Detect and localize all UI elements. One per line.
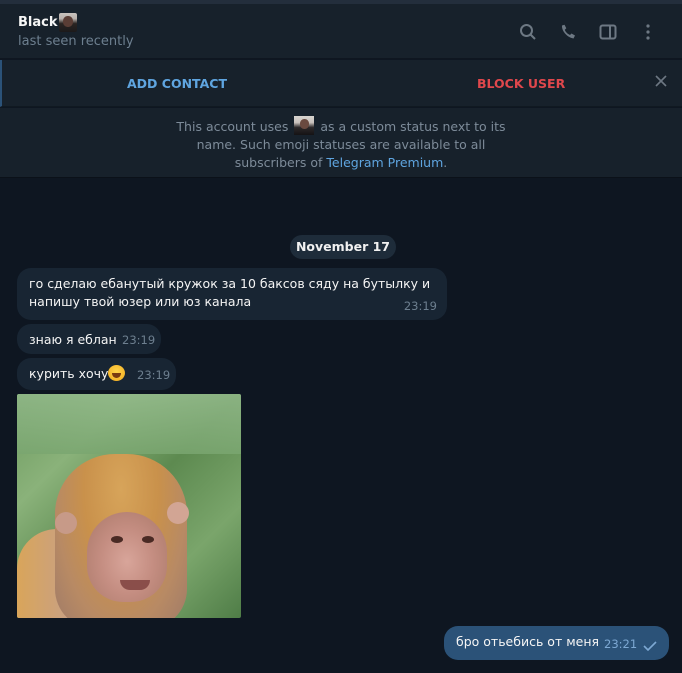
message-text: курить хочу [29,366,109,381]
message-bubble[interactable]: знаю я еблан 23:19 [17,324,161,354]
media-monkey-eye [111,536,123,543]
add-contact-button[interactable]: ADD CONTACT [127,76,227,91]
info-line-2: name. Such emoji statuses are available … [196,137,486,152]
message-time: 23:21 [604,637,638,651]
custom-emoji-icon [294,116,315,135]
block-user-button[interactable]: BLOCK USER [477,76,565,91]
chat-title[interactable]: Black [18,13,77,32]
media-monkey-ear [167,502,189,524]
info-line-3: subscribers of Telegram Premium. [234,155,448,170]
more-vertical-icon [646,24,650,40]
header-actions [508,21,668,43]
contact-name: Black [18,15,58,30]
chat-header[interactable]: Black last seen recently [0,4,682,59]
message-text: знаю я еблан [29,332,117,347]
telegram-premium-link[interactable]: Telegram Premium [326,155,443,170]
message-list[interactable]: November 17 го сделаю ебанутый кружок за… [0,179,682,673]
message-text-line: напишу твой юзер или юз канала [29,294,252,309]
message-time: 23:19 [403,299,437,313]
outgoing-message-bubble[interactable]: бро отьебись от меня 23:21 [444,626,669,660]
message-bubble[interactable]: курить хочу 23:19 [17,358,176,390]
more-button[interactable] [628,21,668,43]
message-time: 23:19 [137,368,171,382]
emoji-status-info-banner: This account uses as a custom status nex… [0,108,682,178]
laughing-tears-emoji-icon [108,365,126,381]
message-text-line: го сделаю ебанутый кружок за 10 баксов с… [29,276,431,291]
message-bubble[interactable]: го сделаю ебанутый кружок за 10 баксов с… [17,268,447,320]
sent-check-icon [643,641,657,651]
media-background-foliage [17,394,241,454]
monkey-media-message[interactable] [17,394,241,618]
call-button[interactable] [548,21,588,43]
emoji-status-icon[interactable] [58,13,77,32]
toggle-sidebar-button[interactable] [588,21,628,43]
media-monkey-ear [55,512,77,534]
search-icon [520,24,536,40]
last-seen-status: last seen recently [18,34,134,49]
phone-icon [561,24,575,39]
contact-action-bar: ADD CONTACT BLOCK USER [0,60,682,107]
sidebar-toggle-icon [599,24,617,40]
info-line-1: This account uses as a custom status nex… [0,116,682,136]
media-monkey-eye [142,536,154,543]
search-button[interactable] [508,21,548,43]
close-icon[interactable] [653,73,669,89]
date-separator: November 17 [290,235,396,259]
message-time: 23:19 [122,333,156,347]
message-text: бро отьебись от меня [456,634,600,649]
